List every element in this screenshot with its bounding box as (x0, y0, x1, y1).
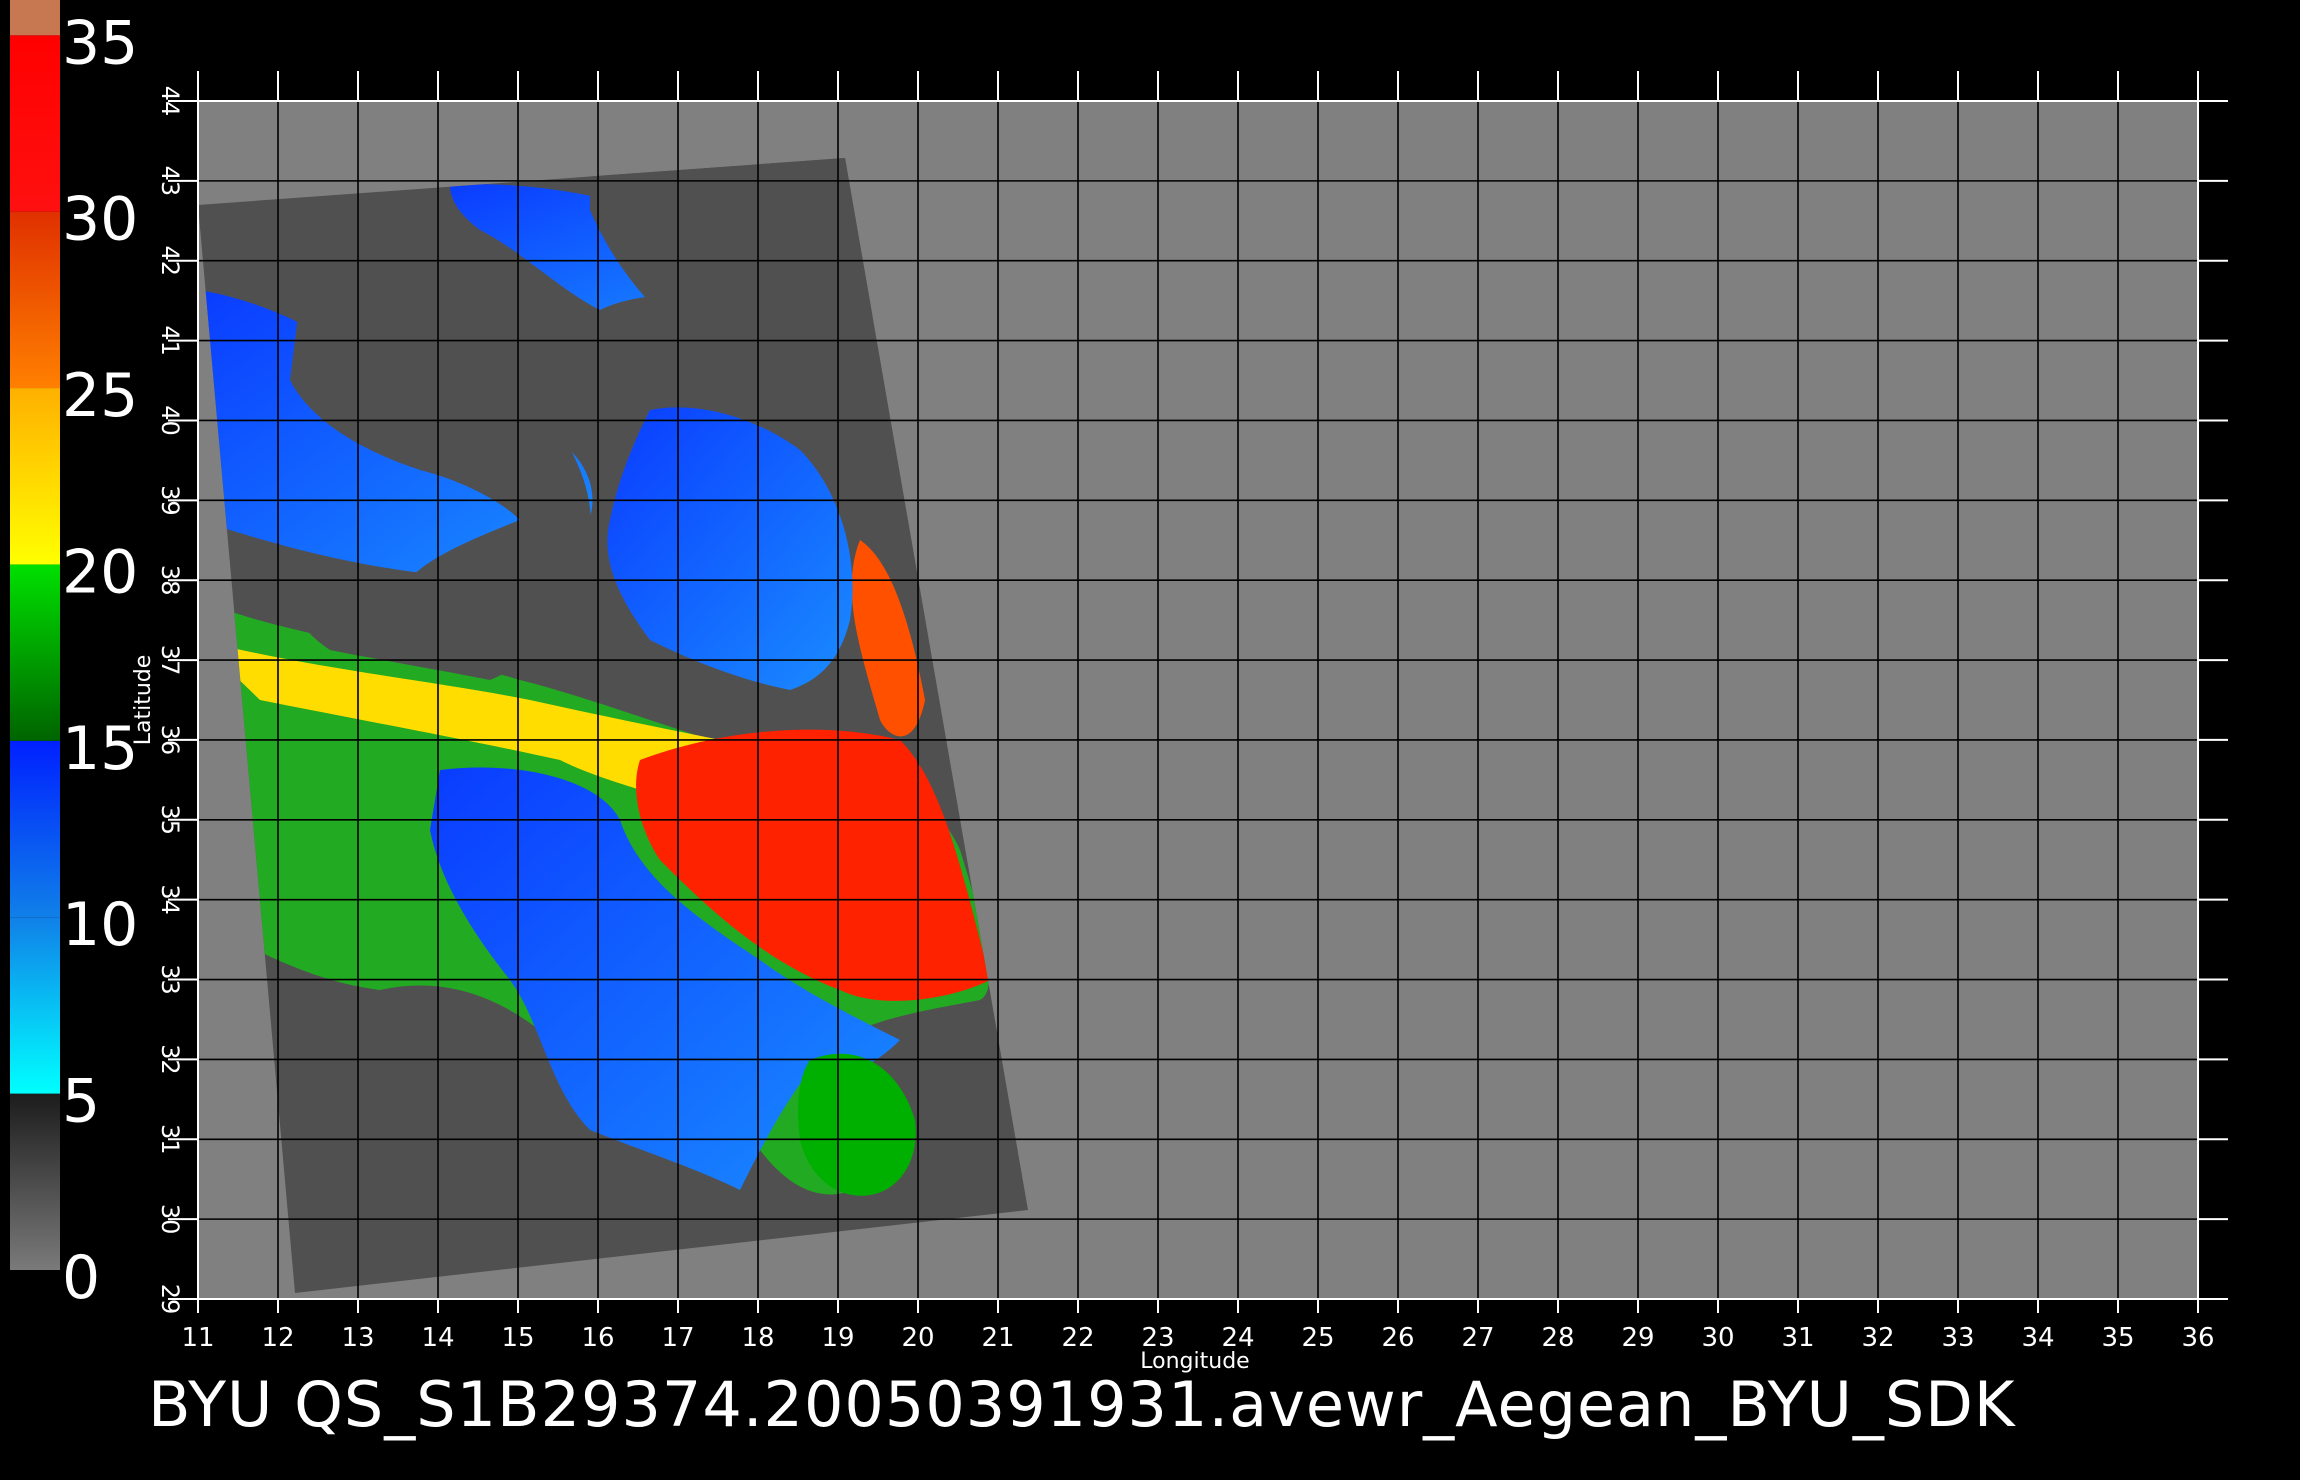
lat-tick-label: 32 (156, 1044, 184, 1075)
colorbar-segment (10, 211, 60, 389)
lat-tick-label: 39 (156, 485, 184, 516)
colorbar-label: 10 (62, 890, 138, 960)
lon-tick-label: 14 (421, 1323, 454, 1353)
colorbar (10, 0, 60, 1270)
lon-tick-label: 35 (2101, 1323, 2134, 1353)
colorbar-segment (10, 0, 60, 36)
colorbar-label: 35 (62, 8, 138, 78)
lon-tick-label: 16 (581, 1323, 614, 1353)
lon-tick-label: 31 (1781, 1323, 1814, 1353)
lon-tick-label: 26 (1381, 1323, 1414, 1353)
wind-map: 11 12 13 14 15 16 17 18 19 20 21 22 23 24 25 26 27 28 29 30… (10, 0, 2228, 1374)
colorbar-segment (10, 917, 60, 1094)
lon-tick-label: 11 (181, 1323, 214, 1353)
lon-tick-label: 36 (2181, 1323, 2214, 1353)
lon-tick-label: 28 (1541, 1323, 1574, 1353)
lat-tick-label: 44 (156, 86, 184, 117)
lat-tick-label: 37 (156, 645, 184, 676)
lat-tick-label: 43 (156, 166, 184, 197)
lat-tick-label: 29 (156, 1284, 184, 1315)
lon-tick-label: 12 (261, 1323, 294, 1353)
colorbar-label: 20 (62, 537, 138, 607)
lon-tick-label: 25 (1301, 1323, 1334, 1353)
lat-tick-label: 42 (156, 245, 184, 276)
lon-tick-label: 18 (741, 1323, 774, 1353)
colorbar-segment (10, 35, 60, 212)
lat-tick-label: 31 (156, 1124, 184, 1155)
lon-tick-label: 27 (1461, 1323, 1494, 1353)
colorbar-label: 15 (62, 714, 138, 784)
lon-tick-label: 19 (821, 1323, 854, 1353)
colorbar-segment (10, 564, 60, 741)
colorbar-label: 5 (62, 1067, 100, 1137)
lat-tick-label: 30 (156, 1204, 184, 1235)
lon-tick-label: 17 (661, 1323, 694, 1353)
lat-tick-label: 41 (156, 325, 184, 356)
colorbar-label: 0 (62, 1243, 100, 1313)
lat-tick-label: 36 (156, 725, 184, 756)
lon-tick-label: 30 (1701, 1323, 1734, 1353)
lon-tick-label: 32 (1861, 1323, 1894, 1353)
colorbar-label: 25 (62, 361, 138, 431)
latitude-tick-labels: 29 30 31 32 33 34 35 36 37 38 39 40 41 42 43 44 (156, 86, 184, 1315)
lon-tick-label: 34 (2021, 1323, 2054, 1353)
lat-tick-label: 40 (156, 405, 184, 436)
lon-tick-label: 21 (981, 1323, 1014, 1353)
lon-tick-label: 13 (341, 1323, 374, 1353)
lon-tick-label: 20 (901, 1323, 934, 1353)
lon-tick-label: 22 (1061, 1323, 1094, 1353)
lon-tick-label: 15 (501, 1323, 534, 1353)
lat-tick-label: 35 (156, 805, 184, 836)
lon-tick-label: 29 (1621, 1323, 1654, 1353)
colorbar-segment (10, 388, 60, 565)
figure-title: BYU QS_S1B29374.20050391931.avewr_Aegean… (148, 1368, 2016, 1441)
colorbar-label: 30 (62, 185, 138, 255)
colorbar-segment (10, 1093, 60, 1270)
lat-tick-label: 33 (156, 964, 184, 995)
lon-tick-label: 33 (1941, 1323, 1974, 1353)
colorbar-labels: 0 5 10 15 20 25 30 35 (62, 8, 138, 1313)
colorbar-segment (10, 740, 60, 918)
lat-tick-label: 34 (156, 884, 184, 915)
lat-tick-label: 38 (156, 565, 184, 596)
